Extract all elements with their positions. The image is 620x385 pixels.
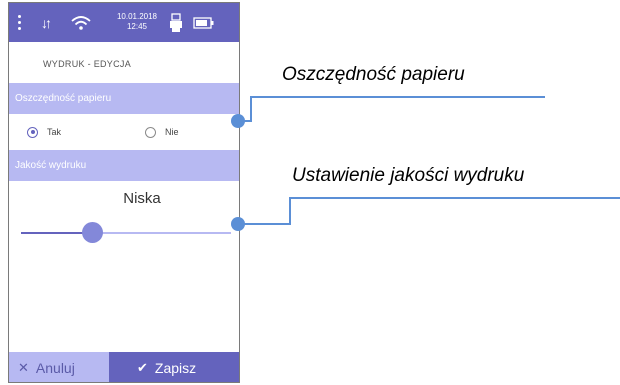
callout-line-quality-top [289,197,620,199]
callout-label-paper: Oszczędność papieru [282,64,465,85]
up-down-arrows-icon: ↓↑ [41,14,52,31]
callout-line-paper-top [250,96,545,98]
radio-label-nie: Nie [165,127,179,137]
printer-icon [169,3,183,42]
wifi-icon [71,3,91,42]
save-button-label: Zapisz [154,360,197,376]
paper-saving-header: Oszczędność papieru [9,83,239,114]
radio-unselected-icon[interactable] [145,126,156,138]
radio-option-nie[interactable]: Nie [145,124,179,140]
callout-line-paper-vertical [250,96,252,122]
status-datetime: 10.01.2018 12:45 [113,12,161,32]
dots-vertical-icon[interactable] [17,3,21,42]
radio-label-tak: Tak [47,127,62,137]
callout-line-quality-vertical [289,197,291,225]
callout-line-quality [238,223,291,225]
callout-label-quality: Ustawienie jakości wydruku [292,165,525,186]
cancel-button[interactable]: ✕ Anuluj [9,352,109,382]
save-button[interactable]: ✔ Zapisz [109,352,239,382]
radio-selected-icon[interactable] [27,126,38,138]
battery-icon [193,3,215,42]
slider-thumb[interactable] [82,222,103,243]
close-icon: ✕ [18,360,29,375]
check-icon: ✔ [137,360,148,375]
status-time: 12:45 [126,22,148,31]
screen-title: WYDRUK - EDYCJA [43,59,132,69]
device-screen: ↓↑ 10.01.2018 12:45 WYDRUK - EDYCJA Oszc… [8,2,240,383]
cancel-button-label: Anuluj [35,360,75,376]
print-quality-value: Niska [123,190,161,207]
slider-track-empty[interactable] [93,232,231,234]
status-bar: ↓↑ 10.01.2018 12:45 [9,3,239,42]
radio-option-tak[interactable]: Tak [27,124,61,140]
status-date: 10.01.2018 [116,12,158,21]
print-quality-header: Jakość wydruku [9,150,239,181]
